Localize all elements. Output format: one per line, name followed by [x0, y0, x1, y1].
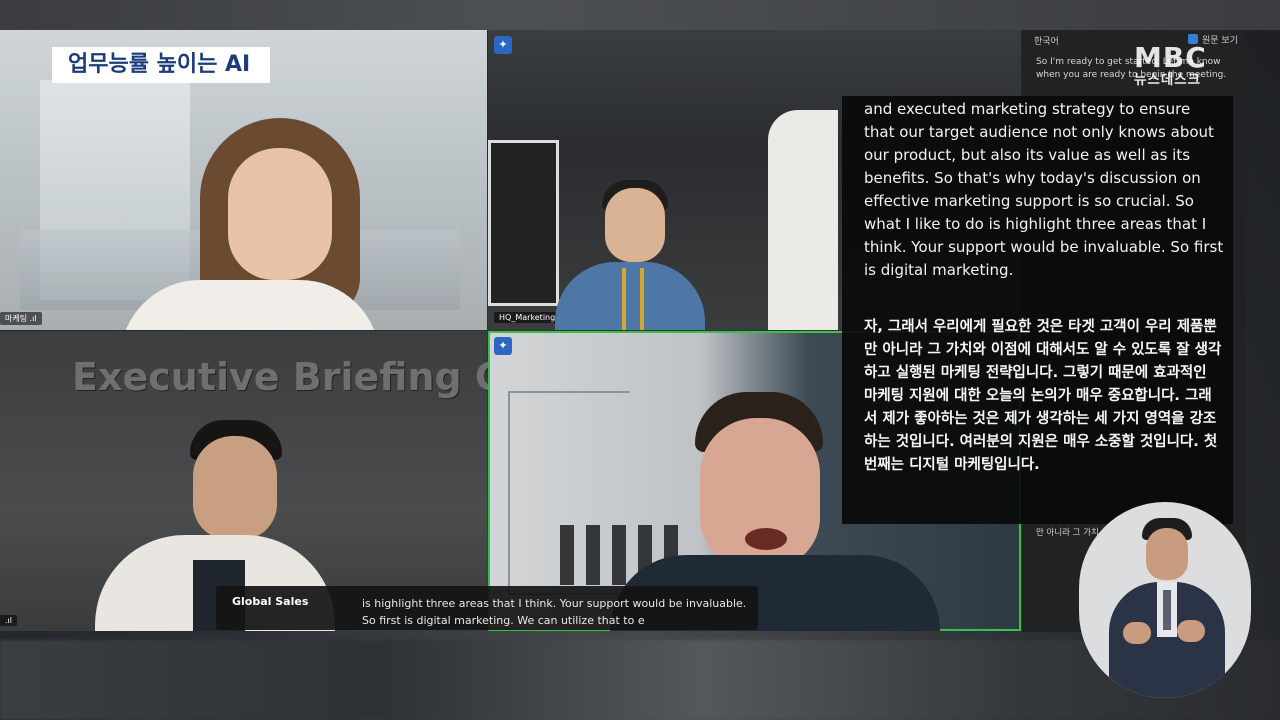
interpreter-face: [1146, 528, 1188, 580]
participant-face: [605, 188, 665, 262]
participant-name-tag: .ıl: [0, 615, 17, 626]
interpreter-left-hand: [1123, 622, 1151, 644]
participant-lanyard: [622, 268, 644, 330]
sign-language-interpreter: [1079, 502, 1251, 698]
speaker-mouth: [745, 528, 787, 550]
interpreter-tie: [1163, 590, 1171, 630]
newsdesk-logo-text: 뉴스데스크: [1134, 72, 1202, 88]
news-headline-caption: 업무능률 높이는 AI: [52, 47, 271, 83]
pin-icon[interactable]: ✦: [494, 337, 512, 355]
translation-overlay: and executed marketing strategy to ensur…: [842, 96, 1233, 524]
live-caption-bar: Global Sales is highlight three areas th…: [216, 586, 758, 630]
room-door: [488, 140, 559, 306]
broadcast-top-blur: [0, 0, 1280, 30]
language-selector[interactable]: 한국어: [1034, 34, 1059, 47]
other-person-shoulder: [768, 110, 838, 330]
overlay-english-text: and executed marketing strategy to ensur…: [864, 100, 1224, 279]
mbc-newsdesk-logo: MBC 뉴스데스크: [1134, 41, 1230, 89]
pin-icon[interactable]: ✦: [494, 36, 512, 54]
mbc-logo-text: MBC: [1134, 41, 1207, 74]
interpreter-right-hand: [1177, 620, 1205, 642]
participant-face: [193, 436, 277, 540]
participant-face: [228, 148, 332, 280]
caption-speaker-name: Global Sales: [232, 595, 309, 608]
caption-text: is highlight three areas that I think. Y…: [362, 597, 747, 627]
participant-name-tag: 마케팅 .ıl: [0, 312, 42, 325]
overlay-korean-text: 자, 그래서 우리에게 필요한 것은 타겟 고객이 우리 제품뿐만 아니라 그 …: [864, 319, 1222, 473]
